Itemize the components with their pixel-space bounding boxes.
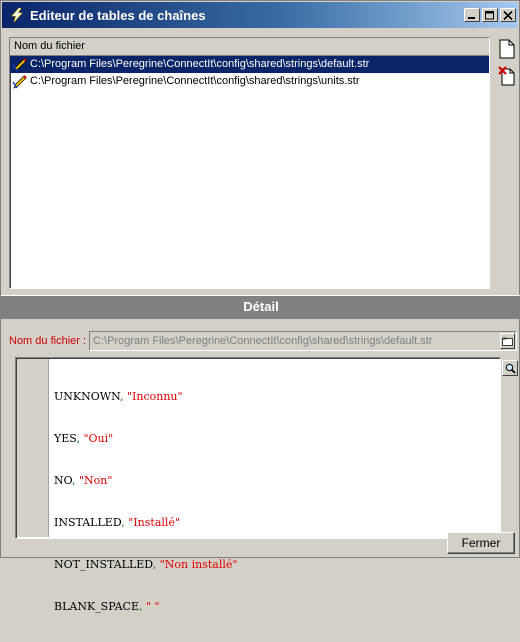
pen-file-icon: [12, 74, 27, 89]
code-line: BLANK_SPACE, " ": [54, 600, 160, 613]
string-table-editor-window: Editeur de tables de chaînes Nom du fich…: [0, 0, 520, 613]
editor-gutter: [17, 359, 49, 537]
file-row-units[interactable]: C:\Program Files\Peregrine\ConnectIt\con…: [10, 73, 489, 90]
close-button[interactable]: Fermer: [447, 532, 515, 554]
maximize-icon: [485, 10, 494, 19]
code-line: INSTALLED, "Installé": [54, 516, 180, 529]
code-line: NOT_INSTALLED, "Non installé": [54, 558, 238, 571]
maximize-button[interactable]: [482, 8, 498, 22]
detail-title: Détail: [243, 299, 279, 314]
lightning-icon: [8, 6, 26, 24]
code-line: UNKNOWN, "Inconnu": [54, 390, 183, 403]
filename-field[interactable]: C:\Program Files\Peregrine\ConnectIt\con…: [89, 331, 517, 351]
window-title: Editeur de tables de chaînes: [30, 7, 206, 23]
close-window-button[interactable]: [500, 8, 516, 22]
file-list: Nom du fichier C:\Program Files\Peregrin…: [9, 37, 490, 289]
close-icon: [503, 10, 513, 20]
new-file-icon: [499, 39, 515, 59]
browse-button[interactable]: [500, 333, 515, 349]
file-path: C:\Program Files\Peregrine\ConnectIt\con…: [30, 58, 370, 70]
string-table-editor[interactable]: UNKNOWN, "Inconnu" YES, "Oui" NO, "Non" …: [15, 357, 501, 613]
magnifier-icon: [505, 363, 516, 374]
editor-content[interactable]: UNKNOWN, "Inconnu" YES, "Oui" NO, "Non" …: [54, 362, 237, 642]
browse-icon: [502, 337, 513, 346]
minimize-button[interactable]: [464, 8, 480, 22]
filename-label: Nom du fichier :: [9, 335, 87, 347]
file-path: C:\Program Files\Peregrine\ConnectIt\con…: [30, 75, 360, 87]
delete-file-button[interactable]: [496, 65, 518, 87]
minimize-icon: [468, 16, 475, 19]
filename-row: Nom du fichier : C:\Program Files\Peregr…: [9, 331, 517, 351]
file-row-default[interactable]: C:\Program Files\Peregrine\ConnectIt\con…: [10, 56, 489, 73]
code-line: YES, "Oui": [54, 432, 114, 445]
zoom-button[interactable]: [502, 360, 518, 376]
delete-file-icon: [498, 66, 515, 86]
file-list-header[interactable]: Nom du fichier: [10, 38, 489, 56]
filename-value: C:\Program Files\Peregrine\ConnectIt\con…: [93, 335, 433, 347]
new-file-button[interactable]: [496, 38, 518, 60]
pen-file-icon: [12, 57, 27, 72]
code-line: NO, "Non": [54, 474, 113, 487]
detail-splitter[interactable]: Détail: [1, 295, 520, 319]
title-bar[interactable]: Editeur de tables de chaînes: [2, 2, 518, 28]
